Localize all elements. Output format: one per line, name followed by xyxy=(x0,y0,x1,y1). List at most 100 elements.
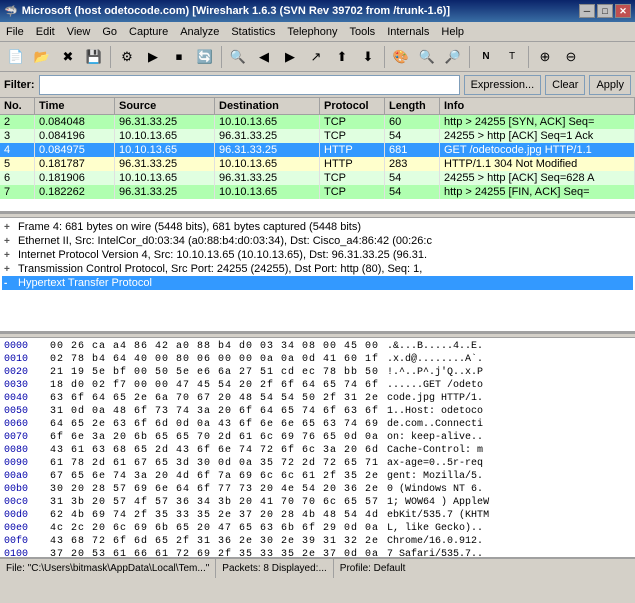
hex-dump: 000000 26 ca a4 86 42 a0 88 b4 d0 03 34 … xyxy=(0,338,635,558)
save-button[interactable]: 💾 xyxy=(82,45,106,69)
zoom-out2-button[interactable]: ⊖ xyxy=(559,45,583,69)
detail-rows: +Frame 4: 681 bytes on wire (5448 bits),… xyxy=(2,220,633,290)
back-button[interactable]: ◀ xyxy=(252,45,276,69)
window-title: Microsoft (host odetocode.com) [Wireshar… xyxy=(22,5,450,17)
goto-button[interactable]: ↗ xyxy=(304,45,328,69)
filter-button[interactable]: 🔍 xyxy=(226,45,250,69)
zoom-out-button[interactable]: 🔎 xyxy=(441,45,465,69)
menu-tools[interactable]: Tools xyxy=(344,22,382,41)
menu-internals[interactable]: Internals xyxy=(381,22,435,41)
table-row[interactable]: 50.18178796.31.33.2510.10.13.65HTTP283HT… xyxy=(0,157,635,171)
menu-capture[interactable]: Capture xyxy=(123,22,174,41)
list-item: 010037 20 53 61 66 61 72 69 2f 35 33 35 … xyxy=(4,548,631,558)
filter-label: Filter: xyxy=(4,79,35,91)
col-info: Info xyxy=(440,98,635,114)
list-item: 003018 d0 02 f7 00 00 47 45 54 20 2f 6f … xyxy=(4,379,631,392)
table-row[interactable]: 60.18190610.10.13.6596.31.33.25TCP542425… xyxy=(0,171,635,185)
list-item: 009061 78 2d 61 67 65 3d 30 0d 0a 35 72 … xyxy=(4,457,631,470)
col-protocol: Protocol xyxy=(320,98,385,114)
menu-telephony[interactable]: Telephony xyxy=(281,22,343,41)
expand-icon[interactable]: + xyxy=(4,222,18,233)
next-button[interactable]: ⬇ xyxy=(356,45,380,69)
col-no: No. xyxy=(0,98,35,114)
col-destination: Destination xyxy=(215,98,320,114)
list-item: 00706f 6e 3a 20 6b 65 65 70 2d 61 6c 69 … xyxy=(4,431,631,444)
list-item: 00c031 3b 20 57 4f 57 36 34 3b 20 41 70 … xyxy=(4,496,631,509)
toolbar: 📄 📂 ✖ 💾 ⚙ ▶ ⏹ 🔄 🔍 ◀ ▶ ↗ ⬆ ⬇ 🎨 🔍 🔎 N T ⊕ … xyxy=(0,42,635,72)
list-item: 004063 6f 64 65 2e 6a 70 67 20 48 54 54 … xyxy=(4,392,631,405)
list-item: 00b030 20 28 57 69 6e 64 6f 77 73 20 4e … xyxy=(4,483,631,496)
packet-list-header: No. Time Source Destination Protocol Len… xyxy=(0,98,635,115)
toolbar-separator-1 xyxy=(110,46,111,68)
list-item: 000000 26 ca a4 86 42 a0 88 b4 d0 03 34 … xyxy=(4,340,631,353)
titlebar-controls: ─ □ ✕ xyxy=(579,4,631,18)
toolbar-separator-2 xyxy=(221,46,222,68)
close-button[interactable]: ✖ xyxy=(56,45,80,69)
menu-analyze[interactable]: Analyze xyxy=(174,22,225,41)
clear-button[interactable]: Clear xyxy=(545,75,585,95)
capture-options-button[interactable]: ▶ xyxy=(141,45,165,69)
time-view-button[interactable]: T xyxy=(500,45,524,69)
menu-help[interactable]: Help xyxy=(435,22,470,41)
menu-go[interactable]: Go xyxy=(96,22,123,41)
list-item: 006064 65 2e 63 6f 6d 0d 0a 43 6f 6e 6e … xyxy=(4,418,631,431)
open-button[interactable]: 📂 xyxy=(30,45,54,69)
table-row[interactable]: 70.18226296.31.33.2510.10.13.65TCP54http… xyxy=(0,185,635,199)
col-source: Source xyxy=(115,98,215,114)
menu-statistics[interactable]: Statistics xyxy=(225,22,281,41)
toolbar-separator-5 xyxy=(528,46,529,68)
list-item[interactable]: -Hypertext Transfer Protocol xyxy=(2,276,633,290)
colorize-button[interactable]: 🎨 xyxy=(389,45,413,69)
expression-button[interactable]: Expression... xyxy=(464,75,542,95)
capture-interfaces-button[interactable]: ⚙ xyxy=(115,45,139,69)
list-item: 00e04c 2c 20 6c 69 6b 65 20 47 65 63 6b … xyxy=(4,522,631,535)
table-row[interactable]: 30.08419610.10.13.6596.31.33.25TCP542425… xyxy=(0,129,635,143)
packet-rows: 20.08404896.31.33.2510.10.13.65TCP60http… xyxy=(0,115,635,199)
toolbar-separator-4 xyxy=(469,46,470,68)
normal-view-button[interactable]: N xyxy=(474,45,498,69)
zoom-in-button[interactable]: 🔍 xyxy=(415,45,439,69)
menu-view[interactable]: View xyxy=(61,22,97,41)
prev-button[interactable]: ⬆ xyxy=(330,45,354,69)
expand-icon[interactable]: - xyxy=(4,278,18,289)
expand-icon[interactable]: + xyxy=(4,264,18,275)
status-packets: Packets: 8 Displayed:... xyxy=(216,559,334,578)
maximize-button[interactable]: □ xyxy=(597,4,613,18)
hex-rows: 000000 26 ca a4 86 42 a0 88 b4 d0 03 34 … xyxy=(4,340,631,558)
title-bar: 🦈 Microsoft (host odetocode.com) [Wiresh… xyxy=(0,0,635,22)
filter-input[interactable] xyxy=(39,75,460,95)
stop-capture-button[interactable]: ⏹ xyxy=(167,45,191,69)
toolbar-separator-3 xyxy=(384,46,385,68)
col-time: Time xyxy=(35,98,115,114)
list-item[interactable]: +Ethernet II, Src: IntelCor_d0:03:34 (a0… xyxy=(2,234,633,248)
menu-edit[interactable]: Edit xyxy=(30,22,61,41)
expand-icon[interactable]: + xyxy=(4,250,18,261)
status-profile: Profile: Default xyxy=(334,559,635,578)
list-item[interactable]: +Internet Protocol Version 4, Src: 10.10… xyxy=(2,248,633,262)
list-item: 008043 61 63 68 65 2d 43 6f 6e 74 72 6f … xyxy=(4,444,631,457)
table-row[interactable]: 20.08404896.31.33.2510.10.13.65TCP60http… xyxy=(0,115,635,129)
apply-button[interactable]: Apply xyxy=(589,75,631,95)
packet-details: +Frame 4: 681 bytes on wire (5448 bits),… xyxy=(0,218,635,333)
list-item: 00a067 65 6e 74 3a 20 4d 6f 7a 69 6c 6c … xyxy=(4,470,631,483)
zoom-reset-button[interactable]: ⊕ xyxy=(533,45,557,69)
list-item: 001002 78 b4 64 40 00 80 06 00 00 0a 0a … xyxy=(4,353,631,366)
col-length: Length xyxy=(385,98,440,114)
status-bar: File: "C:\Users\bitmask\AppData\Local\Te… xyxy=(0,558,635,578)
list-item: 002021 19 5e bf 00 50 5e e6 6a 27 51 cd … xyxy=(4,366,631,379)
list-item[interactable]: +Frame 4: 681 bytes on wire (5448 bits),… xyxy=(2,220,633,234)
list-item: 00f043 68 72 6f 6d 65 2f 31 36 2e 30 2e … xyxy=(4,535,631,548)
close-button[interactable]: ✕ xyxy=(615,4,631,18)
filter-bar: Filter: Expression... Clear Apply xyxy=(0,72,635,98)
restart-capture-button[interactable]: 🔄 xyxy=(193,45,217,69)
table-row[interactable]: 40.08497510.10.13.6596.31.33.25HTTP681GE… xyxy=(0,143,635,157)
menu-file[interactable]: File xyxy=(0,22,30,41)
menu-bar: File Edit View Go Capture Analyze Statis… xyxy=(0,22,635,42)
list-item[interactable]: +Transmission Control Protocol, Src Port… xyxy=(2,262,633,276)
app-icon: 🦈 xyxy=(4,5,18,18)
list-item: 005031 0d 0a 48 6f 73 74 3a 20 6f 64 65 … xyxy=(4,405,631,418)
minimize-button[interactable]: ─ xyxy=(579,4,595,18)
expand-icon[interactable]: + xyxy=(4,236,18,247)
new-capture-button[interactable]: 📄 xyxy=(4,45,28,69)
forward-button[interactable]: ▶ xyxy=(278,45,302,69)
